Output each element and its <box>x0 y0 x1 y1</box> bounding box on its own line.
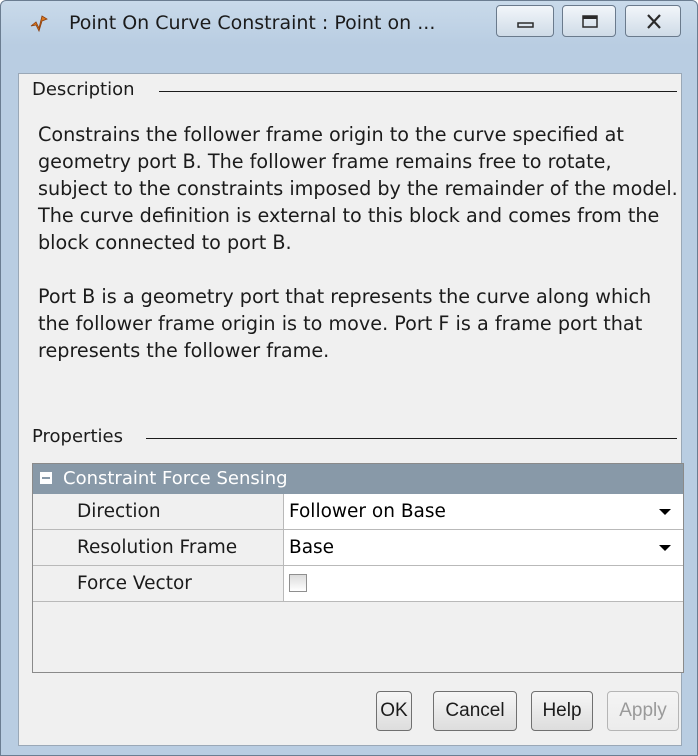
property-name: Force Vector <box>33 566 284 601</box>
force-vector-checkbox[interactable] <box>289 574 307 592</box>
matlab-block-icon <box>30 15 48 33</box>
property-row-resolution-frame: Resolution Frame Base <box>33 530 683 566</box>
description-paragraph: Port B is a geometry port that represent… <box>38 285 652 362</box>
window-title: Point On Curve Constraint : Point on ... <box>69 12 436 34</box>
resolution-frame-dropdown[interactable]: Base <box>284 530 683 565</box>
property-grid-empty-area <box>33 602 683 672</box>
ok-button[interactable]: OK <box>376 691 412 731</box>
properties-group-label: Properties <box>32 426 129 447</box>
maximize-icon <box>582 15 598 28</box>
collapse-icon[interactable] <box>40 472 52 484</box>
title-bar[interactable]: Point On Curve Constraint : Point on ... <box>1 1 697 45</box>
maximize-button[interactable] <box>562 5 616 37</box>
description-group-label: Description <box>32 79 141 100</box>
description-paragraph: Constrains the follower frame origin to … <box>38 123 678 254</box>
property-row-force-vector: Force Vector <box>33 566 683 602</box>
property-grid: Constraint Force Sensing Direction Follo… <box>32 463 684 673</box>
chevron-down-icon[interactable] <box>659 509 671 515</box>
help-button[interactable]: Help <box>531 691 593 731</box>
direction-dropdown[interactable]: Follower on Base <box>284 494 683 529</box>
minimize-button[interactable] <box>496 5 554 37</box>
resolution-frame-value: Base <box>289 537 335 558</box>
property-name: Direction <box>33 494 284 529</box>
chevron-down-icon[interactable] <box>659 545 671 551</box>
close-icon <box>647 14 661 29</box>
close-button[interactable] <box>625 5 681 37</box>
cancel-button[interactable]: Cancel <box>433 691 517 731</box>
force-vector-cell <box>284 566 683 601</box>
apply-button[interactable]: Apply <box>607 691 679 731</box>
direction-value: Follower on Base <box>289 501 446 522</box>
property-name: Resolution Frame <box>33 530 284 565</box>
dialog-client-area: Description Constrains the follower fram… <box>18 73 684 746</box>
dialog-window: Point On Curve Constraint : Point on ...… <box>0 0 698 756</box>
description-divider <box>159 91 677 92</box>
description-text: Constrains the follower frame origin to … <box>38 121 678 391</box>
properties-divider <box>146 438 677 439</box>
category-constraint-force-sensing[interactable]: Constraint Force Sensing <box>33 464 683 494</box>
property-row-direction: Direction Follower on Base <box>33 494 683 530</box>
category-label: Constraint Force Sensing <box>63 468 288 489</box>
minimize-icon <box>517 22 534 28</box>
